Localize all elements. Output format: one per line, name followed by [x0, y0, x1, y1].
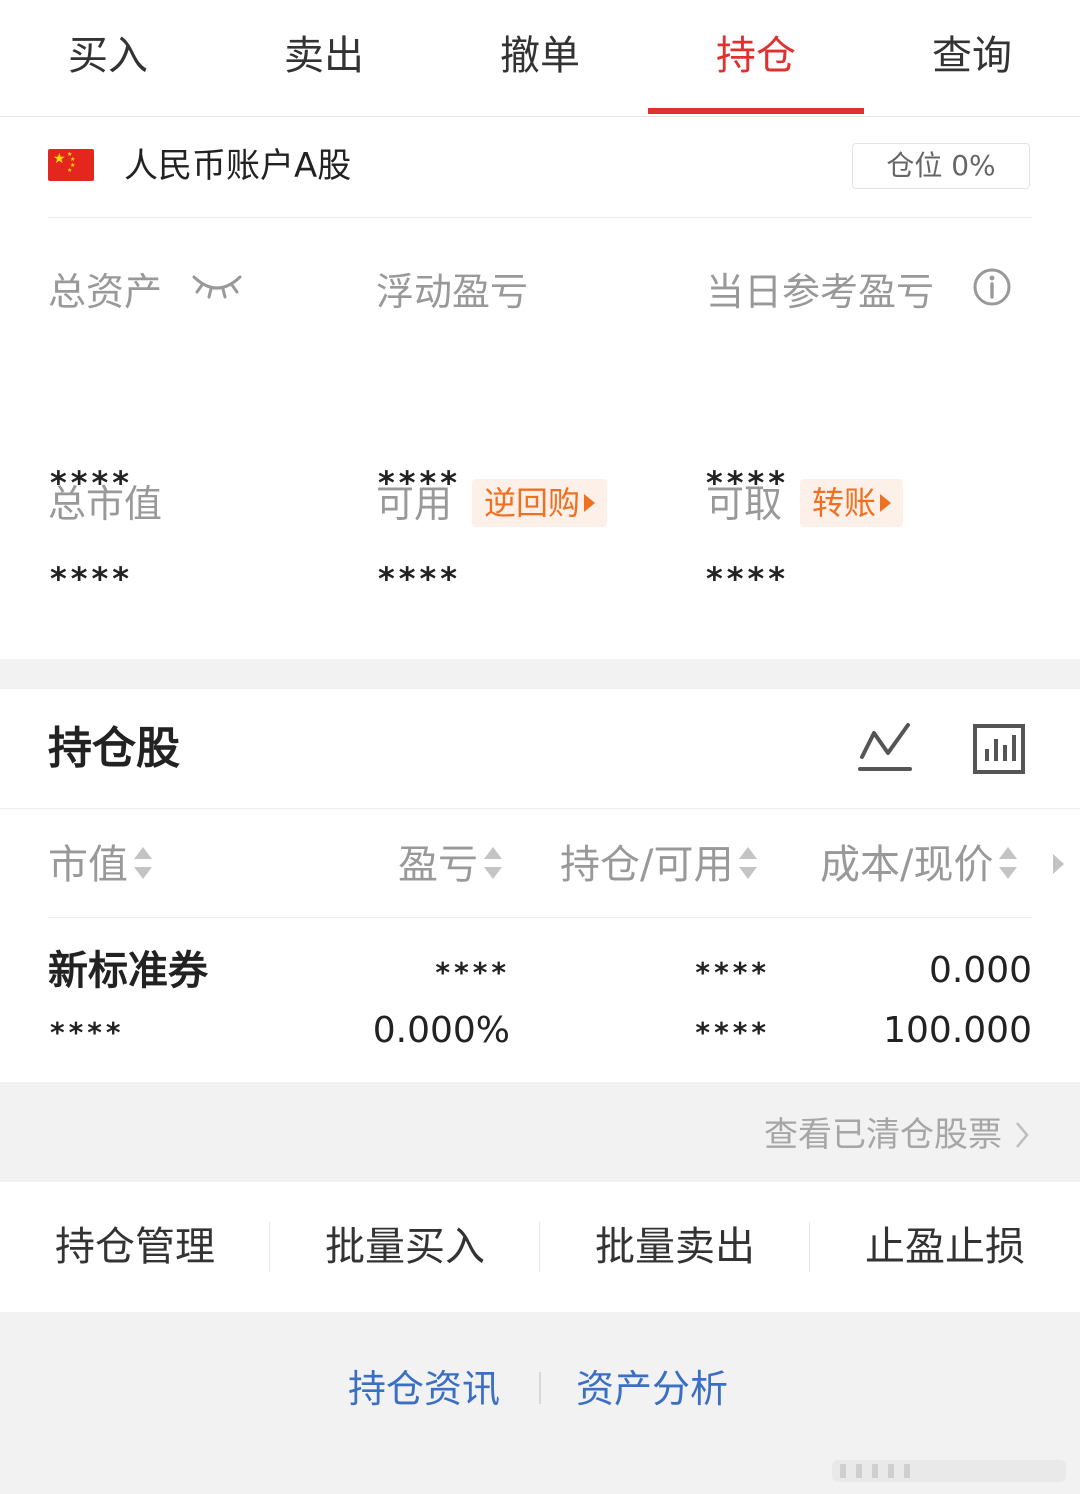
triangle-right-icon	[584, 494, 596, 512]
stock-holding-qty: ****	[695, 956, 770, 989]
holdings-title: 持仓股	[48, 723, 180, 774]
market-value-column-label: 市值	[48, 842, 128, 888]
divider	[48, 917, 1032, 918]
account-summary-card: ★ ★ ★ ★ ★ 人民币账户A股 仓位 0% 总资产 **** 浮动盈亏 **…	[0, 117, 1080, 659]
market-value-label: 总市值	[48, 482, 163, 526]
pnl-column-label: 盈亏	[398, 842, 478, 888]
view-cleared-stocks-label: 查看已清仓股票	[764, 1115, 1002, 1155]
total-assets-label: 总资产	[48, 270, 163, 314]
account-title[interactable]: 人民币账户A股	[124, 141, 351, 191]
asset-analysis-link[interactable]: 资产分析	[576, 1362, 728, 1416]
stock-market-value: ****	[50, 1016, 125, 1049]
transfer-label: 转账	[812, 484, 877, 522]
stock-pnl-percent: 0.000%	[372, 1010, 510, 1051]
stock-cost: 0.000	[928, 950, 1032, 991]
triangle-right-icon[interactable]	[1050, 851, 1066, 877]
sort-market-value-header[interactable]: 市值	[48, 839, 154, 891]
sort-icon	[739, 847, 758, 879]
transfer-button[interactable]: 转账	[800, 479, 904, 527]
sort-cost-price-header[interactable]: 成本/现价	[820, 839, 1019, 891]
trend-chart-icon[interactable]	[858, 721, 914, 775]
daily-pnl-label: 当日参考盈亏	[706, 270, 935, 314]
trade-tab-bar: 买入 卖出 撤单 持仓 查询	[0, 0, 1080, 117]
view-cleared-stocks-link[interactable]: 查看已清仓股票	[700, 1110, 1030, 1160]
info-icon[interactable]	[972, 267, 1012, 307]
available-funds-value: ****	[378, 560, 461, 598]
batch-sell-button[interactable]: 批量卖出	[540, 1182, 810, 1312]
withdrawable-value: ****	[706, 560, 789, 598]
position-ratio-badge: 仓位 0%	[852, 143, 1030, 189]
chevron-right-icon	[1016, 1121, 1029, 1148]
stock-name: 新标准券	[48, 948, 208, 994]
take-profit-stop-loss-button[interactable]: 止盈止损	[810, 1182, 1080, 1312]
divider	[539, 1372, 541, 1404]
floating-pnl-label: 浮动盈亏	[376, 270, 529, 314]
reverse-repo-label: 逆回购	[484, 484, 581, 522]
home-indicator-icon	[832, 1460, 1066, 1482]
tab-buy[interactable]: 买入	[0, 0, 216, 114]
position-management-button[interactable]: 持仓管理	[0, 1182, 270, 1312]
sort-icon	[134, 847, 152, 879]
tab-holdings[interactable]: 持仓	[648, 0, 864, 114]
sort-holding-header[interactable]: 持仓/可用	[560, 839, 759, 891]
holding-column-label: 持仓/可用	[560, 842, 734, 888]
stock-current-price: 100.000	[883, 1010, 1032, 1051]
eye-closed-icon[interactable]	[190, 265, 244, 305]
holdings-section: 持仓股 市值 盈亏 持仓/可用 成本/现价 新标准券 **** **** 0.0…	[0, 689, 1080, 1082]
divider	[48, 217, 1032, 218]
tab-cancel-order[interactable]: 撤单	[432, 0, 648, 114]
tab-query[interactable]: 查询	[864, 0, 1080, 114]
sort-icon	[484, 847, 502, 879]
bar-chart-icon[interactable]	[972, 723, 1026, 775]
sort-pnl-header[interactable]: 盈亏	[398, 839, 504, 891]
divider	[0, 808, 1080, 809]
withdrawable-label: 可取	[706, 482, 783, 526]
cost-price-column-label: 成本/现价	[820, 842, 994, 888]
triangle-right-icon	[880, 494, 892, 512]
sort-icon	[999, 847, 1018, 879]
china-flag-icon: ★ ★ ★ ★ ★	[48, 149, 94, 181]
batch-buy-button[interactable]: 批量买入	[270, 1182, 540, 1312]
market-value-value: ****	[50, 560, 133, 598]
holding-actions-bar: 持仓管理 批量买入 批量卖出 止盈止损	[0, 1182, 1080, 1312]
tab-sell[interactable]: 卖出	[216, 0, 432, 114]
reverse-repo-button[interactable]: 逆回购	[472, 479, 608, 527]
active-tab-indicator	[648, 108, 864, 114]
stock-pnl: ****	[435, 956, 510, 989]
available-funds-label: 可用	[376, 482, 453, 526]
holding-news-link[interactable]: 持仓资讯	[348, 1362, 500, 1416]
stock-available-qty: ****	[695, 1016, 770, 1049]
